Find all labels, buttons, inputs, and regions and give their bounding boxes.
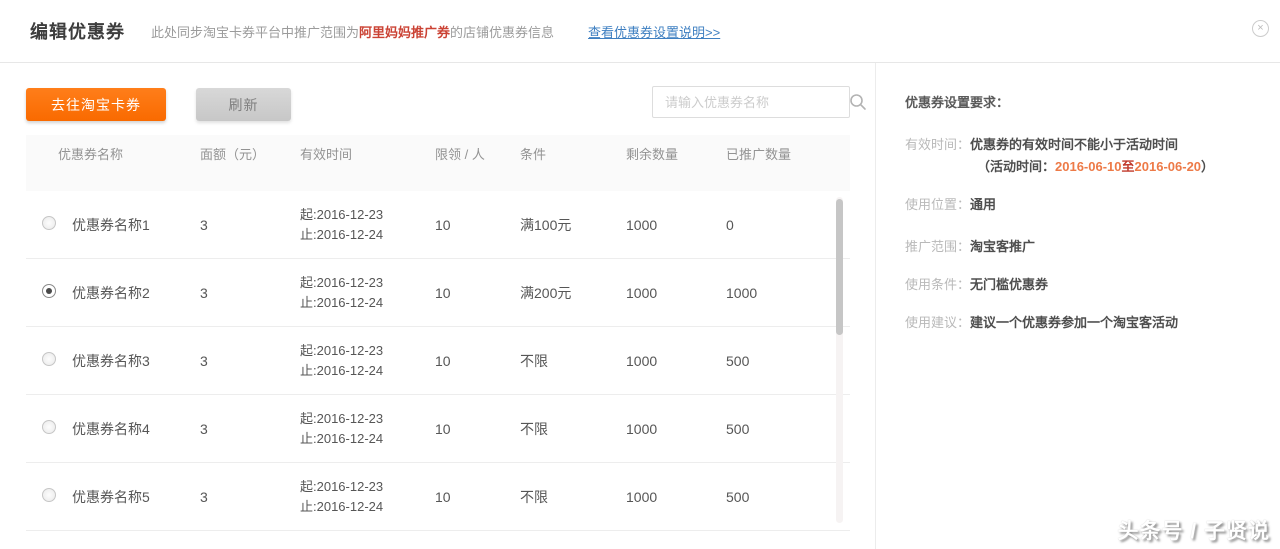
table-row[interactable]: 优惠券名称5 3 起:2016-12-23 止:2016-12-24 10 不限… [26, 463, 850, 531]
coupon-radio[interactable] [42, 216, 56, 230]
coupon-name: 优惠券名称1 [72, 215, 200, 235]
col-header-limit: 限领 / 人 [435, 144, 520, 163]
coupon-promoted: 0 [726, 217, 850, 233]
requirement-promotion-scope: 推广范围：淘宝客推广 [905, 236, 1265, 258]
search-icon[interactable] [847, 91, 869, 113]
table-row[interactable]: 优惠券名称3 3 起:2016-12-23 止:2016-12-24 10 不限… [26, 327, 850, 395]
requirements-title: 优惠券设置要求： [905, 92, 1265, 114]
coupon-remaining: 1000 [626, 285, 726, 301]
col-header-time: 有效时间 [300, 144, 435, 163]
coupon-promoted: 500 [726, 489, 850, 505]
coupon-limit: 10 [435, 285, 520, 301]
requirement-usage-suggestion: 使用建议：建议一个优惠券参加一个淘宝客活动 [905, 312, 1265, 334]
coupon-name: 优惠券名称3 [72, 351, 200, 371]
coupon-valid-time: 起:2016-12-23 止:2016-12-24 [300, 273, 435, 313]
coupon-promoted: 500 [726, 353, 850, 369]
requirement-valid-time: 有效时间：优惠券的有效时间不能小于活动时间 （活动时间：2016-06-10至2… [905, 134, 1265, 178]
coupon-table: 优惠券名称 面额（元） 有效时间 限领 / 人 条件 剩余数量 已推广数量 优惠… [26, 135, 850, 531]
coupon-amount: 3 [200, 285, 300, 301]
col-header-promoted: 已推广数量 [726, 144, 850, 163]
goto-taobao-coupon-button[interactable]: 去往淘宝卡券 [26, 88, 166, 121]
col-header-remaining: 剩余数量 [626, 144, 726, 163]
subtitle-highlight: 阿里妈妈推广券 [359, 25, 450, 40]
coupon-valid-time: 起:2016-12-23 止:2016-12-24 [300, 341, 435, 381]
coupon-valid-time: 起:2016-12-23 止:2016-12-24 [300, 409, 435, 449]
coupon-valid-time: 起:2016-12-23 止:2016-12-24 [300, 477, 435, 517]
refresh-button[interactable]: 刷新 [196, 88, 291, 121]
table-scrollbar [836, 197, 843, 523]
search-input[interactable] [653, 95, 847, 110]
coupon-limit: 10 [435, 421, 520, 437]
requirement-usage-position: 使用位置：通用 [905, 194, 1265, 216]
coupon-settings-help-link[interactable]: 查看优惠券设置说明>> [588, 22, 720, 41]
coupon-remaining: 1000 [626, 489, 726, 505]
coupon-remaining: 1000 [626, 353, 726, 369]
coupon-condition: 满100元 [520, 215, 626, 235]
edit-coupon-dialog: 编辑优惠券 此处同步淘宝卡券平台中推广范围为阿里妈妈推广券的店铺优惠券信息 查看… [0, 0, 1280, 549]
content-divider [875, 63, 876, 549]
col-header-name: 优惠券名称 [26, 144, 200, 163]
activity-date-to: 2016-06-20 [1135, 159, 1202, 174]
subtitle-suffix: 的店铺优惠券信息 [450, 25, 554, 40]
header-subtitle: 此处同步淘宝卡券平台中推广范围为阿里妈妈推广券的店铺优惠券信息 [151, 22, 554, 41]
coupon-amount: 3 [200, 353, 300, 369]
coupon-amount: 3 [200, 421, 300, 437]
activity-time-range: （活动时间：2016-06-10至2016-06-20） [905, 156, 1265, 178]
table-header-row: 优惠券名称 面额（元） 有效时间 限领 / 人 条件 剩余数量 已推广数量 [26, 135, 850, 191]
close-icon[interactable]: × [1252, 20, 1269, 37]
activity-date-from: 2016-06-10 [1055, 159, 1122, 174]
table-scrollbar-thumb[interactable] [836, 199, 843, 335]
coupon-radio[interactable] [42, 488, 56, 502]
col-header-condition: 条件 [520, 144, 626, 163]
table-row[interactable]: 优惠券名称4 3 起:2016-12-23 止:2016-12-24 10 不限… [26, 395, 850, 463]
subtitle-prefix: 此处同步淘宝卡券平台中推广范围为 [151, 25, 359, 40]
col-header-amount: 面额（元） [200, 144, 300, 163]
coupon-search-box [652, 86, 850, 118]
coupon-requirements-panel: 优惠券设置要求： 有效时间：优惠券的有效时间不能小于活动时间 （活动时间：201… [905, 92, 1265, 350]
coupon-condition: 不限 [520, 351, 626, 371]
coupon-radio[interactable] [42, 352, 56, 366]
dialog-header: 编辑优惠券 此处同步淘宝卡券平台中推广范围为阿里妈妈推广券的店铺优惠券信息 查看… [0, 0, 1280, 63]
coupon-limit: 10 [435, 353, 520, 369]
coupon-name: 优惠券名称4 [72, 419, 200, 439]
coupon-valid-time: 起:2016-12-23 止:2016-12-24 [300, 205, 435, 245]
coupon-remaining: 1000 [626, 217, 726, 233]
requirement-usage-condition: 使用条件：无门槛优惠券 [905, 274, 1265, 296]
coupon-limit: 10 [435, 489, 520, 505]
table-row[interactable]: 优惠券名称1 3 起:2016-12-23 止:2016-12-24 10 满1… [26, 191, 850, 259]
coupon-remaining: 1000 [626, 421, 726, 437]
coupon-amount: 3 [200, 217, 300, 233]
coupon-condition: 不限 [520, 487, 626, 507]
coupon-amount: 3 [200, 489, 300, 505]
coupon-promoted: 1000 [726, 285, 850, 301]
page-title: 编辑优惠券 [30, 18, 125, 44]
coupon-condition: 满200元 [520, 283, 626, 303]
coupon-promoted: 500 [726, 421, 850, 437]
coupon-name: 优惠券名称2 [72, 283, 200, 303]
coupon-condition: 不限 [520, 419, 626, 439]
coupon-radio[interactable] [42, 420, 56, 434]
watermark: 头条号 / 子贤说 [1117, 515, 1270, 545]
coupon-limit: 10 [435, 217, 520, 233]
coupon-name: 优惠券名称5 [72, 487, 200, 507]
table-row[interactable]: 优惠券名称2 3 起:2016-12-23 止:2016-12-24 10 满2… [26, 259, 850, 327]
coupon-radio[interactable] [42, 284, 56, 298]
